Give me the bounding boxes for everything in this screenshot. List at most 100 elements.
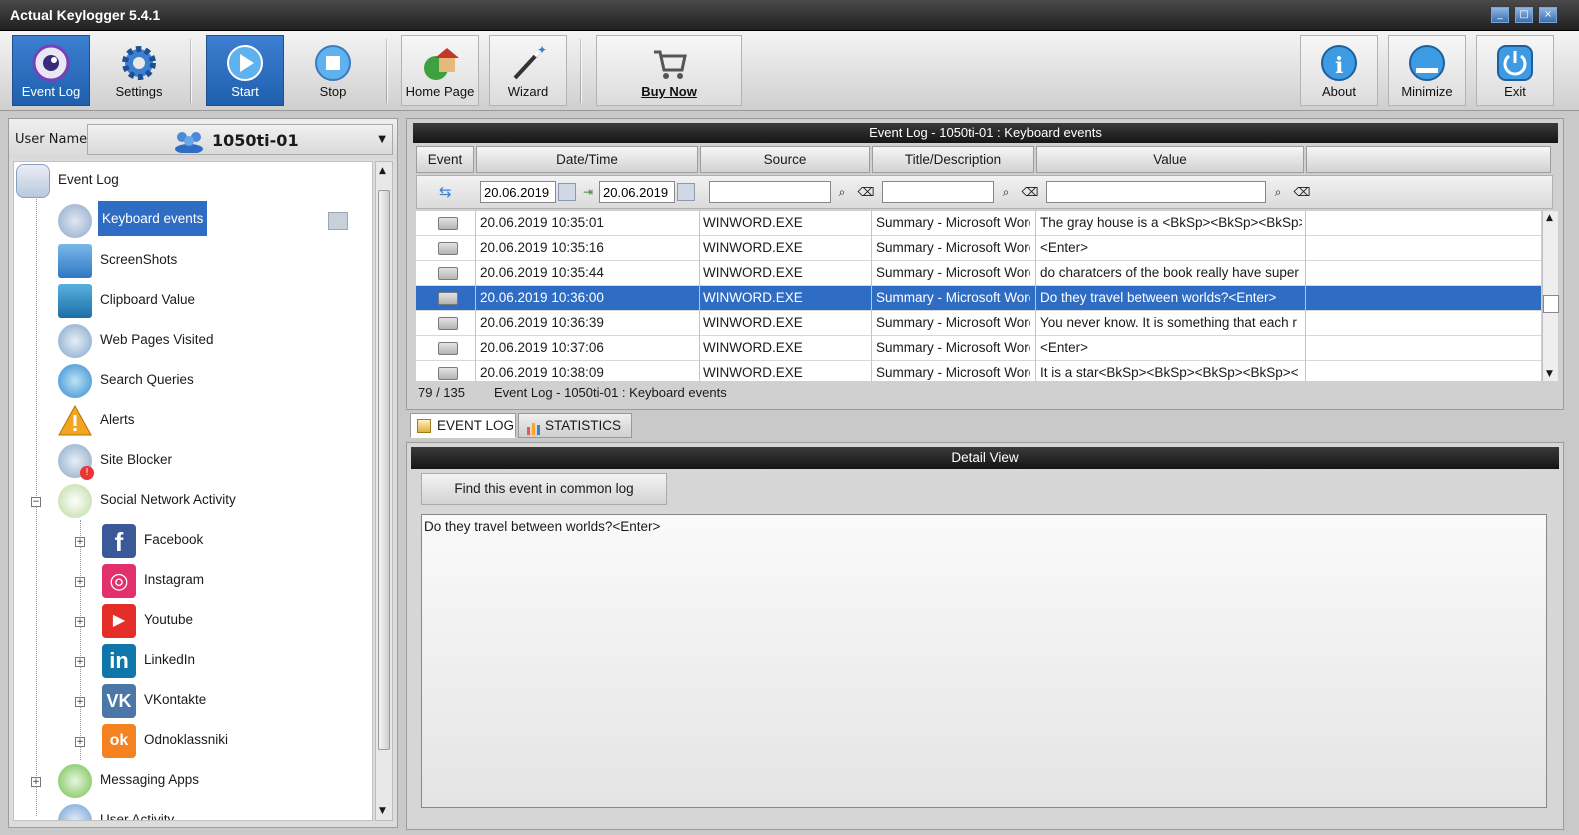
scroll-up-arrow-icon[interactable]: ▲ (1546, 213, 1553, 223)
wizard-button[interactable]: ✦ Wizard (489, 35, 567, 106)
globe-icon (58, 324, 92, 358)
expand-messaging-toggle[interactable]: + (31, 777, 41, 787)
tab-statistics[interactable]: STATISTICS (518, 413, 632, 438)
tree-item-alerts[interactable]: Alerts (58, 402, 358, 440)
table-row[interactable]: 20.06.2019 10:37:06 WINWORD.EXE Summary … (416, 336, 1541, 361)
bar-chart-icon (527, 419, 541, 443)
settings-button[interactable]: Settings (100, 35, 178, 106)
column-header-event[interactable]: Event (416, 146, 474, 173)
window-close-button[interactable]: × (1539, 7, 1557, 23)
window-minimize-button[interactable]: _ (1491, 7, 1509, 23)
clear-filter-icon[interactable]: ⌫ (857, 183, 875, 201)
grid-scrollbar[interactable]: ▲ ▼ (1542, 211, 1559, 381)
window-maximize-button[interactable]: □ (1515, 7, 1533, 23)
binoculars-icon[interactable]: ⌕ (1269, 183, 1287, 201)
value-filter-input[interactable] (1046, 181, 1266, 203)
keyboard-icon (58, 204, 92, 238)
collapse-social-toggle[interactable]: − (31, 497, 41, 507)
binoculars-icon[interactable]: ⌕ (833, 183, 851, 201)
tree-item-web-pages[interactable]: Web Pages Visited (58, 322, 358, 360)
scroll-down-arrow-icon[interactable]: ▼ (379, 806, 386, 816)
scroll-down-arrow-icon[interactable]: ▼ (1546, 369, 1553, 379)
record-count: 79 / 135 (418, 385, 465, 400)
column-header-source[interactable]: Source (700, 146, 870, 173)
find-in-common-log-button[interactable]: Find this event in common log (421, 473, 667, 505)
about-button[interactable]: i About (1300, 35, 1378, 106)
source-filter-input[interactable] (709, 181, 831, 203)
calendar-icon[interactable] (558, 183, 576, 201)
date-to-input[interactable] (599, 181, 675, 203)
linkedin-icon: in (102, 644, 136, 678)
stop-icon (314, 44, 352, 82)
column-header-datetime[interactable]: Date/Time (476, 146, 698, 173)
tree-item-social-network[interactable]: Social Network Activity (58, 482, 358, 520)
calendar-icon[interactable] (677, 183, 695, 201)
stop-button[interactable]: Stop (294, 35, 372, 106)
youtube-glyph: ▶ (112, 612, 126, 629)
tree-item-site-blocker[interactable]: ! Site Blocker (58, 442, 358, 480)
refresh-filter-icon[interactable]: ⇆ (439, 183, 452, 201)
tab-event-log[interactable]: EVENT LOG (410, 413, 516, 438)
table-row[interactable]: 20.06.2019 10:35:16 WINWORD.EXE Summary … (416, 236, 1541, 261)
minimize-button[interactable]: Minimize (1388, 35, 1466, 106)
magic-wand-icon: ✦ (509, 43, 547, 82)
event-log-button[interactable]: Event Log (12, 35, 90, 106)
table-row[interactable]: 20.06.2019 10:35:44 WINWORD.EXE Summary … (416, 261, 1541, 286)
expand-youtube-toggle[interactable]: + (75, 617, 85, 627)
magnifier-icon (58, 364, 92, 398)
expand-odnoklassniki-toggle[interactable]: + (75, 737, 85, 747)
tree-item-facebook[interactable]: f Facebook (102, 522, 352, 560)
tree-item-vkontakte[interactable]: VK VKontakte (102, 682, 352, 720)
title-filter-input[interactable] (882, 181, 994, 203)
column-header-value[interactable]: Value (1036, 146, 1304, 173)
exit-button[interactable]: Exit (1476, 35, 1554, 106)
date-range-icon[interactable]: ⇥ (579, 183, 597, 201)
tree-item-odnoklassniki[interactable]: ok Odnoklassniki (102, 722, 352, 760)
start-button[interactable]: Start (206, 35, 284, 106)
home-page-button[interactable]: Home Page (401, 35, 479, 106)
tree-item-instagram[interactable]: ◎ Instagram (102, 562, 352, 600)
buy-now-button[interactable]: Buy Now (596, 35, 742, 106)
grid-scroll-thumb[interactable] (1543, 295, 1559, 313)
tree-item-user-activity[interactable]: User Activity (58, 802, 358, 820)
tree-item-linkedin[interactable]: in LinkedIn (102, 642, 352, 680)
expand-vkontakte-toggle[interactable]: + (75, 697, 85, 707)
scroll-up-arrow-icon[interactable]: ▲ (379, 166, 386, 176)
category-tree: Event Log Keyboard events ScreenShots Cl… (13, 161, 373, 821)
svg-text:✦: ✦ (537, 44, 547, 57)
chat-bubbles-icon (58, 484, 92, 518)
tree-item-screenshots[interactable]: ScreenShots (58, 242, 358, 280)
table-row[interactable]: 20.06.2019 10:36:39 WINWORD.EXE Summary … (416, 311, 1541, 336)
tree-item-messaging-apps[interactable]: Messaging Apps (58, 762, 358, 800)
table-row-selected[interactable]: 20.06.2019 10:36:00 WINWORD.EXE Summary … (416, 286, 1541, 311)
tree-scroll-thumb[interactable] (378, 190, 390, 750)
table-row[interactable]: 20.06.2019 10:35:01 WINWORD.EXE Summary … (416, 211, 1541, 236)
tree-item-search-queries[interactable]: Search Queries (58, 362, 358, 400)
expand-facebook-toggle[interactable]: + (75, 537, 85, 547)
tree-item-keyboard-events[interactable]: Keyboard events (58, 201, 358, 240)
tree-root-event-log[interactable]: Event Log (14, 162, 354, 200)
status-text: Event Log - 1050ti-01 : Keyboard events (494, 385, 727, 400)
clear-filter-icon[interactable]: ⌫ (1293, 183, 1311, 201)
user-name-select[interactable]: 1050ti-01 ▼ (87, 124, 393, 155)
binoculars-icon[interactable]: ⌕ (997, 183, 1015, 201)
keyboard-small-icon (328, 212, 348, 230)
tree-item-youtube[interactable]: ▶ Youtube (102, 602, 352, 640)
shopping-cart-icon (650, 44, 688, 82)
clipboard-icon (58, 284, 92, 318)
youtube-icon: ▶ (102, 604, 136, 638)
detail-view-panel: Detail View Find this event in common lo… (406, 442, 1564, 830)
detail-text-area[interactable]: Do they travel between worlds?<Enter> (421, 514, 1547, 808)
facebook-glyph: f (114, 527, 124, 557)
event-grid-panel: Event Log - 1050ti-01 : Keyboard events … (406, 118, 1564, 410)
tree-item-clipboard[interactable]: Clipboard Value (58, 282, 358, 320)
table-row[interactable]: 20.06.2019 10:38:09 WINWORD.EXE Summary … (416, 361, 1541, 381)
play-icon (226, 44, 264, 82)
power-icon (1496, 44, 1534, 82)
column-header-title[interactable]: Title/Description (872, 146, 1034, 173)
date-from-input[interactable] (480, 181, 556, 203)
expand-linkedin-toggle[interactable]: + (75, 657, 85, 667)
expand-instagram-toggle[interactable]: + (75, 577, 85, 587)
clear-filter-icon[interactable]: ⌫ (1021, 183, 1039, 201)
tree-scrollbar[interactable]: ▲ ▼ (375, 161, 393, 821)
